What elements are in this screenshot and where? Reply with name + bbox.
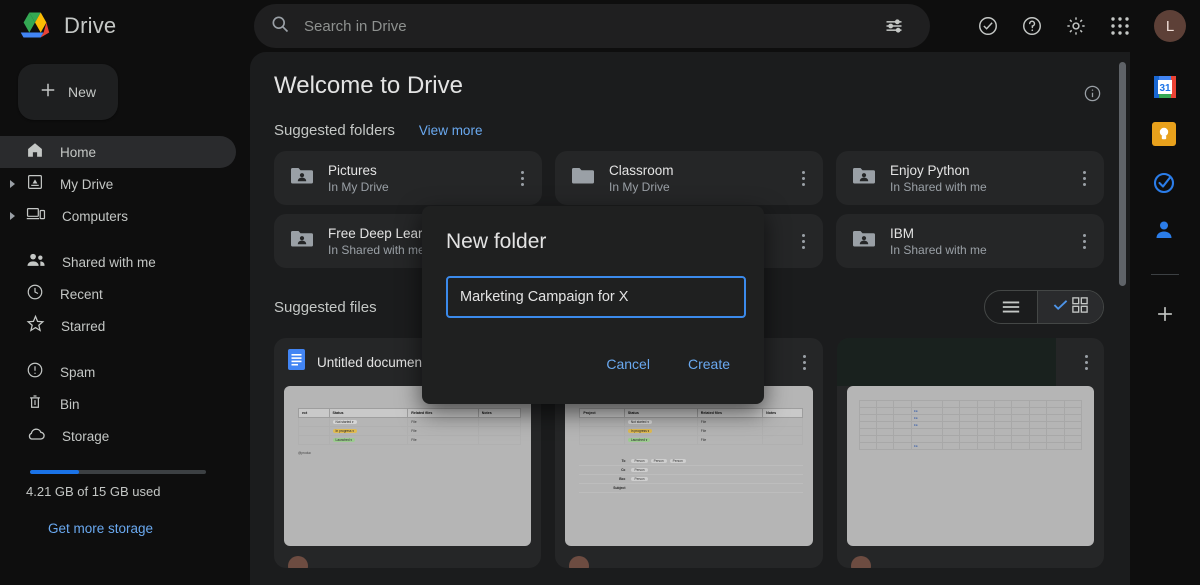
file-card-header — [837, 338, 1104, 386]
file-more-options-icon[interactable] — [793, 354, 817, 370]
folder-name-input[interactable] — [446, 276, 746, 318]
cancel-button[interactable]: Cancel — [596, 348, 660, 380]
create-button[interactable]: Create — [678, 348, 740, 380]
dialog-title: New folder — [446, 230, 547, 253]
google-docs-icon — [288, 349, 305, 375]
dialog-actions: Cancel Create — [446, 348, 740, 380]
new-folder-dialog: New folder Cancel Create — [422, 206, 764, 404]
file-more-options-icon[interactable] — [1074, 354, 1098, 370]
